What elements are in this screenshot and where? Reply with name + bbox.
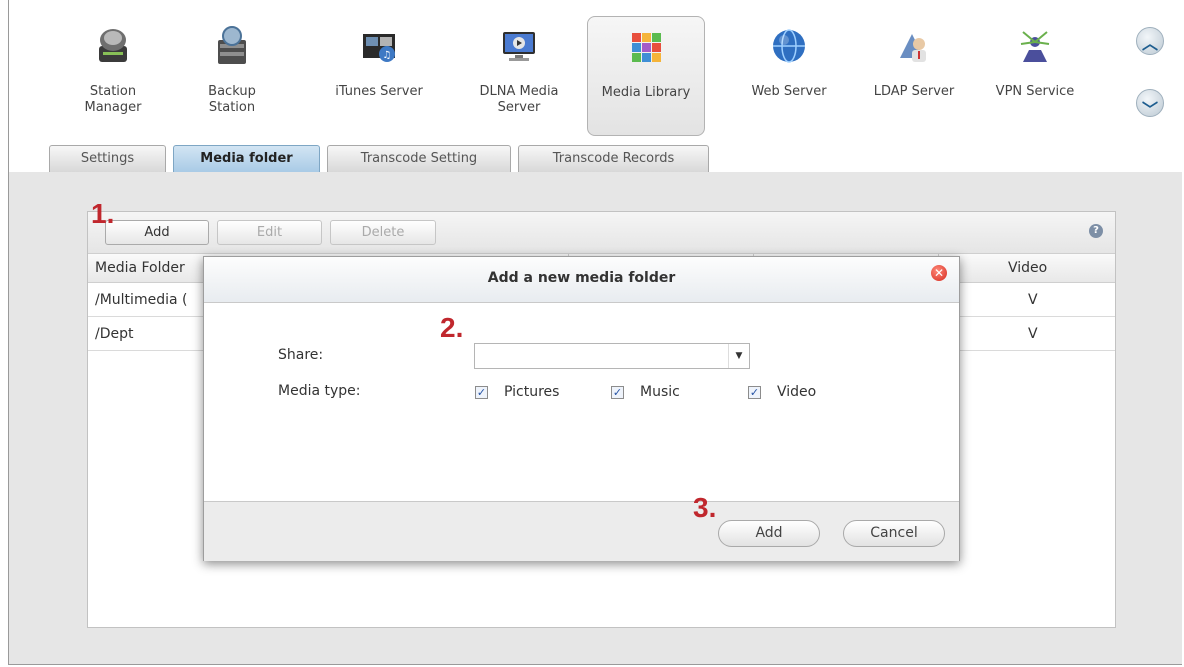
add-media-folder-dialog: Add a new media folder ✕ Share: ▼ Media …	[203, 256, 960, 561]
pictures-label: Pictures	[504, 384, 560, 400]
chevron-down-icon[interactable]: ▼	[728, 344, 749, 368]
tab-settings[interactable]: Settings	[49, 145, 166, 172]
close-icon[interactable]: ✕	[931, 265, 947, 281]
dialog-header: Add a new media folder ✕	[204, 257, 959, 303]
row-video: V	[1028, 292, 1038, 308]
column-media-folder[interactable]: Media Folder	[95, 254, 185, 283]
app-label: iTunes Server	[335, 84, 423, 99]
app-dlna-media-server[interactable]: DLNA Media Server	[460, 16, 578, 136]
chevron-up-icon: ︿	[1141, 34, 1158, 53]
chevron-down-icon: ﹀	[1141, 100, 1158, 119]
music-label: Music	[640, 384, 680, 400]
delete-button[interactable]: Delete	[330, 220, 436, 245]
dlna-media-server-icon	[503, 32, 535, 61]
app-launcher-bar: Station Manager Backup Station ♫ iTunes …	[9, 0, 1183, 172]
app-label: Media Library	[601, 85, 691, 100]
station-manager-icon	[99, 29, 127, 62]
media-library-icon	[632, 33, 661, 62]
step-marker-2: 2.	[440, 312, 464, 343]
dialog-title: Add a new media folder	[487, 270, 676, 286]
app-label: Web Server	[751, 84, 827, 99]
app-label: LDAP Server	[873, 84, 955, 99]
add-button[interactable]: Add	[105, 220, 209, 245]
dialog-footer: Add Cancel	[204, 501, 959, 561]
edit-button[interactable]: Edit	[217, 220, 322, 245]
svg-text:♫: ♫	[383, 50, 392, 61]
ldap-server-icon	[900, 34, 926, 62]
toolbar: Add Edit Delete ?	[88, 212, 1115, 254]
column-video[interactable]: Video	[1008, 254, 1047, 283]
app-media-library[interactable]: Media Library	[587, 16, 705, 136]
app-label: VPN Service	[995, 84, 1075, 99]
vpn-service-icon	[1020, 31, 1050, 62]
itunes-server-icon: ♫	[363, 34, 395, 62]
app-ldap-server[interactable]: LDAP Server	[855, 16, 973, 136]
backup-station-icon	[218, 26, 246, 64]
app-web-server[interactable]: Web Server	[730, 16, 848, 136]
media-type-label: Media type:	[278, 383, 361, 399]
pictures-checkbox[interactable]: ✓	[475, 386, 488, 399]
dialog-add-button[interactable]: Add	[718, 520, 820, 547]
row-folder: /Multimedia (	[95, 292, 188, 308]
music-checkbox[interactable]: ✓	[611, 386, 624, 399]
app-label: Station Manager	[84, 84, 142, 115]
app-station-manager[interactable]: Station Manager	[54, 16, 172, 136]
dialog-cancel-button[interactable]: Cancel	[843, 520, 945, 547]
share-label: Share:	[278, 347, 324, 363]
step-marker-3: 3.	[693, 492, 717, 523]
tab-media-folder[interactable]: Media folder	[173, 145, 320, 172]
app-label: DLNA Media Server	[479, 84, 559, 115]
tab-transcode-setting[interactable]: Transcode Setting	[327, 145, 511, 172]
row-folder: /Dept	[95, 326, 134, 342]
app-label: Backup Station	[208, 84, 256, 115]
scroll-down-button[interactable]: ﹀	[1136, 89, 1164, 119]
scroll-up-button[interactable]: ︿	[1136, 27, 1164, 55]
app-backup-station[interactable]: Backup Station	[173, 16, 291, 136]
row-video: V	[1028, 326, 1038, 342]
video-label: Video	[777, 384, 817, 400]
share-select[interactable]: ▼	[474, 343, 750, 369]
web-server-icon	[773, 29, 805, 63]
video-checkbox[interactable]: ✓	[748, 386, 761, 399]
app-vpn-service[interactable]: VPN Service	[976, 16, 1094, 136]
help-icon[interactable]: ?	[1089, 224, 1103, 238]
step-marker-1: 1.	[91, 198, 115, 229]
tab-transcode-records[interactable]: Transcode Records	[518, 145, 709, 172]
app-itunes-server[interactable]: ♫ iTunes Server	[320, 16, 438, 136]
